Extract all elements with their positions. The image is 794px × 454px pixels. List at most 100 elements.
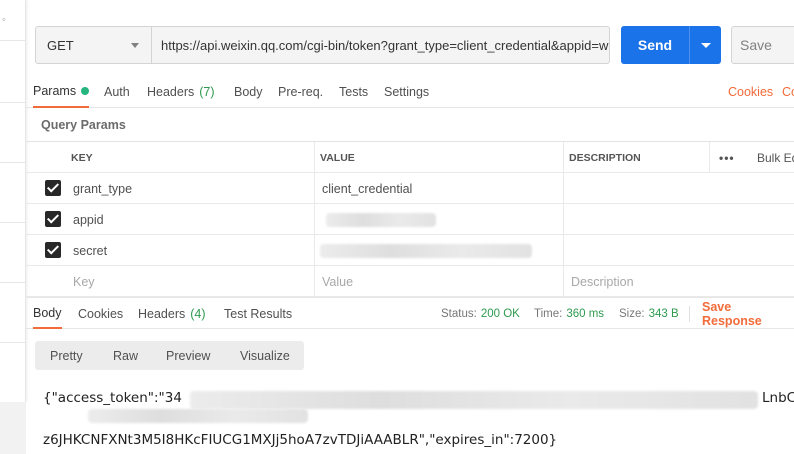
size-value: 343 B — [648, 308, 679, 320]
sidebar-divider — [0, 342, 26, 343]
code-link[interactable]: Co — [782, 76, 794, 108]
status-value: 200 OK — [480, 308, 520, 320]
table-row-new: Key Value Description — [26, 266, 794, 297]
save-label: Save — [740, 37, 772, 53]
column-divider — [563, 173, 564, 204]
param-value-redacted[interactable] — [322, 204, 562, 235]
table-row: appid — [26, 204, 794, 235]
row-enabled-checkbox[interactable] — [45, 242, 61, 258]
column-divider — [563, 204, 564, 235]
status-divider — [689, 306, 690, 322]
param-description[interactable] — [569, 173, 794, 204]
save-button[interactable]: Save — [731, 26, 794, 64]
time-value: 360 ms — [566, 308, 605, 320]
response-tab-test-results-label: Test Results — [224, 306, 293, 321]
tab-settings-label: Settings — [384, 85, 430, 99]
response-tab-body[interactable]: Body — [33, 298, 62, 329]
chevron-down-icon — [131, 43, 139, 48]
row-enabled-checkbox[interactable] — [45, 211, 61, 227]
tab-pre-request-label: Pre-req. — [278, 85, 324, 99]
new-description-input[interactable]: Description — [571, 266, 634, 297]
response-tab-cookies[interactable]: Cookies — [78, 298, 123, 329]
table-row: grant_type client_credential — [26, 173, 794, 204]
new-value-input[interactable]: Value — [322, 266, 353, 297]
column-divider — [314, 204, 315, 235]
param-description[interactable] — [569, 235, 794, 266]
column-divider — [563, 235, 564, 266]
tab-headers-label: Headers — [147, 85, 195, 99]
column-divider — [314, 235, 315, 266]
param-value[interactable]: client_credential — [322, 173, 412, 204]
column-divider — [314, 266, 315, 297]
url-input[interactable]: https://api.weixin.qq.com/cgi-bin/token?… — [151, 26, 610, 64]
redaction-blur — [326, 213, 436, 227]
param-key[interactable]: secret — [73, 235, 107, 266]
save-response-button[interactable]: Save Response — [702, 298, 794, 330]
param-value-redacted[interactable] — [320, 235, 562, 266]
size-label: Size: — [619, 308, 645, 320]
sidebar-divider — [0, 282, 26, 283]
column-header-key: KEY — [71, 151, 93, 164]
tab-settings[interactable]: Settings — [384, 76, 429, 108]
cookies-link-label: Cookies — [728, 85, 774, 99]
column-divider — [709, 142, 710, 173]
param-key[interactable]: grant_type — [73, 173, 132, 204]
response-status: Status: 200 OK — [441, 298, 520, 330]
column-header-value: VALUE — [320, 151, 355, 164]
tab-headers[interactable]: Headers (7) — [147, 76, 215, 108]
response-body-line-2: z6JHKCNFXNt3M5I8HKcFIUCG1MXJj5hoA7zvTDJi… — [43, 432, 558, 448]
response-body-line-1-start: {"access_token":"34 — [43, 390, 182, 406]
tab-params[interactable]: Params — [33, 76, 90, 108]
tab-auth-label: Auth — [104, 85, 130, 99]
sidebar-footer — [0, 402, 26, 454]
redaction-blur — [88, 409, 308, 423]
new-key-input[interactable]: Key — [73, 266, 95, 297]
bulk-edit-link[interactable]: Bulk Ed — [757, 142, 794, 173]
sidebar-divider — [0, 102, 26, 103]
method-value: GET — [47, 37, 74, 53]
column-divider — [563, 142, 564, 173]
view-pretty-button[interactable]: Pretty — [50, 341, 83, 370]
tab-body[interactable]: Body — [234, 76, 263, 108]
cookies-link[interactable]: Cookies — [728, 76, 773, 108]
param-description[interactable] — [569, 204, 794, 235]
tab-tests[interactable]: Tests — [339, 76, 368, 108]
response-tab-body-label: Body — [33, 305, 62, 320]
tab-pre-request[interactable]: Pre-req. — [278, 76, 323, 108]
column-divider — [563, 266, 564, 297]
column-header-description: DESCRIPTION — [569, 151, 641, 164]
sidebar-divider — [0, 40, 26, 41]
send-label: Send — [637, 37, 673, 53]
sidebar-divider — [0, 222, 26, 223]
view-visualize-button[interactable]: Visualize — [240, 341, 290, 370]
send-button[interactable]: Send — [621, 26, 721, 64]
response-tabs: Body Cookies Headers (4) Test Results St… — [26, 297, 794, 329]
row-enabled-checkbox[interactable] — [45, 180, 61, 196]
column-divider — [314, 142, 315, 173]
response-tab-cookies-label: Cookies — [78, 306, 124, 321]
response-view-modes: Pretty Raw Preview Visualize — [35, 341, 304, 370]
status-label: Status: — [441, 308, 477, 320]
query-params-table: KEY VALUE DESCRIPTION ••• Bulk Ed grant_… — [26, 141, 794, 297]
table-header-row: KEY VALUE DESCRIPTION ••• Bulk Ed — [26, 142, 794, 173]
response-tab-test-results[interactable]: Test Results — [224, 298, 292, 329]
method-select[interactable]: GET — [35, 26, 152, 64]
request-workspace: GET https://api.weixin.qq.com/cgi-bin/to… — [26, 0, 794, 454]
column-divider — [314, 173, 315, 204]
more-options-icon[interactable]: ••• — [719, 142, 735, 173]
table-row: secret — [26, 235, 794, 266]
sidebar-divider — [0, 162, 26, 163]
param-key[interactable]: appid — [73, 204, 104, 235]
view-preview-button[interactable]: Preview — [166, 341, 210, 370]
view-raw-button[interactable]: Raw — [113, 341, 138, 370]
sidebar-glyph-icon: ◦ — [2, 14, 6, 26]
time-label: Time: — [534, 308, 563, 320]
response-tab-headers-count: (4) — [190, 306, 206, 321]
response-tab-headers[interactable]: Headers (4) — [138, 298, 206, 329]
send-dropdown-chevron-icon[interactable] — [690, 26, 721, 64]
response-tab-headers-label: Headers — [138, 306, 186, 321]
tab-tests-label: Tests — [339, 85, 369, 99]
code-link-label: Co — [782, 85, 794, 99]
query-params-title: Query Params — [41, 118, 126, 132]
tab-auth[interactable]: Auth — [104, 76, 130, 108]
